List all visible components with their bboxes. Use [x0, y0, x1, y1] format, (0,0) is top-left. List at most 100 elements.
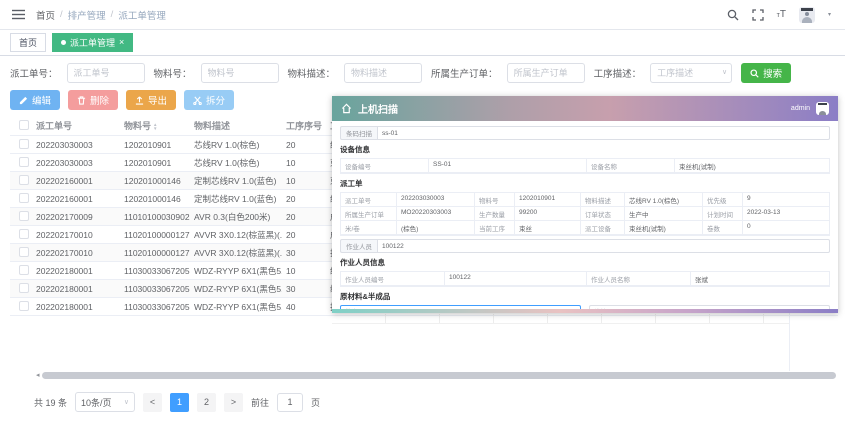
col-header-material-desc[interactable]: 物料描述	[190, 119, 282, 132]
field-value: (棕色)	[397, 221, 475, 235]
section-title-operator: 作业人员信息	[340, 257, 830, 268]
page-size-select[interactable]: 10条/页 ∨	[75, 392, 135, 412]
field-label: 派工单号	[341, 193, 397, 207]
field-value: 1202010901	[515, 193, 581, 207]
row-checkbox[interactable]	[19, 301, 29, 311]
page-button-2[interactable]: 2	[197, 393, 216, 412]
prod-order-input[interactable]	[507, 63, 585, 83]
font-size-icon[interactable]: тT	[777, 10, 786, 20]
next-page-button[interactable]: >	[224, 393, 243, 412]
table-cell: 20	[282, 230, 326, 240]
row-checkbox[interactable]	[19, 283, 29, 293]
field-value: 100122	[445, 272, 587, 286]
material-desc-input[interactable]	[344, 63, 422, 83]
row-checkbox[interactable]	[19, 139, 29, 149]
breadcrumb-home[interactable]: 首页	[36, 8, 55, 22]
split-button[interactable]: 拆分	[184, 90, 234, 110]
split-button-label: 拆分	[206, 93, 225, 107]
filter-bar: 派工单号： 物料号： 物料描述： 所属生产订单： 工序描述： ∨ 搜索	[0, 56, 845, 86]
home-icon	[341, 103, 352, 114]
operator-scan-label: 作业人员	[340, 239, 377, 253]
barcode-scan-label: 条码扫描	[340, 126, 377, 140]
operator-scan-input[interactable]	[377, 239, 830, 253]
table-cell: WDZ-RYYP 6X1(黑色5...	[190, 301, 282, 313]
edit-icon	[19, 96, 28, 105]
fullscreen-icon[interactable]	[752, 9, 764, 21]
export-button-label: 导出	[148, 93, 167, 107]
section-title-materials: 原材料&半成品	[340, 291, 830, 302]
row-checkbox[interactable]	[19, 175, 29, 185]
active-dot-icon	[61, 40, 66, 45]
row-checkbox-cell	[10, 211, 32, 223]
field-label: 当前工序	[475, 221, 515, 235]
field-value: 0	[743, 221, 829, 235]
table-grid-remnant	[332, 314, 789, 324]
equipment-info-grid: 设备编号 SS-01 设备名称 束丝机(试制)	[340, 158, 830, 174]
sort-icon[interactable]: ▲▼	[153, 123, 157, 131]
select-all-checkbox[interactable]	[19, 120, 29, 130]
table-cell: 202202160001	[32, 194, 120, 204]
row-checkbox-cell	[10, 229, 32, 241]
table-cell: 11020100000127	[120, 230, 190, 240]
page-size-value: 10条/页	[81, 396, 112, 409]
row-checkbox[interactable]	[19, 247, 29, 257]
user-avatar[interactable]	[799, 7, 815, 23]
search-icon[interactable]	[727, 9, 739, 21]
table-cell: 10	[282, 176, 326, 186]
field-label: 订单状态	[581, 207, 625, 221]
field-label: 物料号	[475, 193, 515, 207]
close-icon[interactable]: ×	[119, 38, 124, 47]
breadcrumb-item[interactable]: 排产管理	[68, 8, 106, 22]
page-button-1[interactable]: 1	[170, 393, 189, 412]
table-cell: 120201000146	[120, 176, 190, 186]
table-cell: 芯线RV 1.0(棕色)	[190, 139, 282, 151]
col-header-material-no[interactable]: 物料号▲▼	[120, 119, 190, 132]
horizontal-scrollbar[interactable]: ◂	[36, 371, 836, 379]
panel-title: 上机扫描	[358, 101, 398, 116]
table-cell: 20	[282, 140, 326, 150]
table-cell: AVVR 3X0.12(棕蓝黑)(...	[190, 229, 282, 241]
col-header-dispatch-no[interactable]: 派工单号	[32, 119, 120, 132]
table-cell: 202203030003	[32, 158, 120, 168]
chevron-down-icon[interactable]: ▾	[828, 11, 831, 18]
barcode-scan-input[interactable]	[377, 126, 830, 140]
row-checkbox[interactable]	[19, 193, 29, 203]
tab-home[interactable]: 首页	[10, 33, 46, 52]
field-value: 束丝	[515, 221, 581, 235]
process-desc-select-input[interactable]	[650, 63, 732, 83]
field-label: 计划时间	[703, 207, 743, 221]
navbar-actions: тT ▾	[727, 7, 831, 23]
dispatch-no-input[interactable]	[67, 63, 145, 83]
goto-unit: 页	[311, 396, 320, 409]
row-checkbox[interactable]	[19, 229, 29, 239]
sidebar-toggle-icon[interactable]	[12, 9, 25, 20]
search-button[interactable]: 搜索	[741, 63, 791, 83]
row-checkbox[interactable]	[19, 157, 29, 167]
edit-button[interactable]: 编辑	[10, 90, 60, 110]
table-cell: 定制芯线RV 1.0(蓝色)	[190, 175, 282, 187]
goto-page-input[interactable]	[277, 393, 303, 412]
scroll-left-icon[interactable]: ◂	[36, 372, 40, 379]
field-label: 所属生产订单	[341, 207, 397, 221]
table-cell: WDZ-RYYP 6X1(黑色5...	[190, 265, 282, 277]
table-cell: 定制芯线RV 1.0(蓝色)	[190, 193, 282, 205]
export-button[interactable]: 导出	[126, 90, 176, 110]
prev-page-button[interactable]: <	[143, 393, 162, 412]
tab-dispatch-management[interactable]: 派工单管理 ×	[52, 33, 133, 52]
field-value: 99200	[515, 207, 581, 221]
table-cell: 30	[282, 284, 326, 294]
col-header-process-seq[interactable]: 工序序号	[282, 119, 326, 132]
search-button-label: 搜索	[763, 66, 782, 80]
panel-user-avatar[interactable]	[816, 102, 829, 115]
row-checkbox-cell	[10, 175, 32, 187]
row-checkbox[interactable]	[19, 211, 29, 221]
row-checkbox-cell	[10, 265, 32, 277]
process-desc-select[interactable]: ∨	[650, 63, 732, 83]
table-cell: 202202170009	[32, 212, 120, 222]
panel-header: 上机扫描 admin	[332, 96, 838, 121]
panel-bottom-gradient-bar	[332, 309, 838, 313]
material-no-input[interactable]	[201, 63, 279, 83]
scrollbar-thumb[interactable]	[42, 372, 836, 379]
row-checkbox[interactable]	[19, 265, 29, 275]
delete-button[interactable]: 删除	[68, 90, 118, 110]
